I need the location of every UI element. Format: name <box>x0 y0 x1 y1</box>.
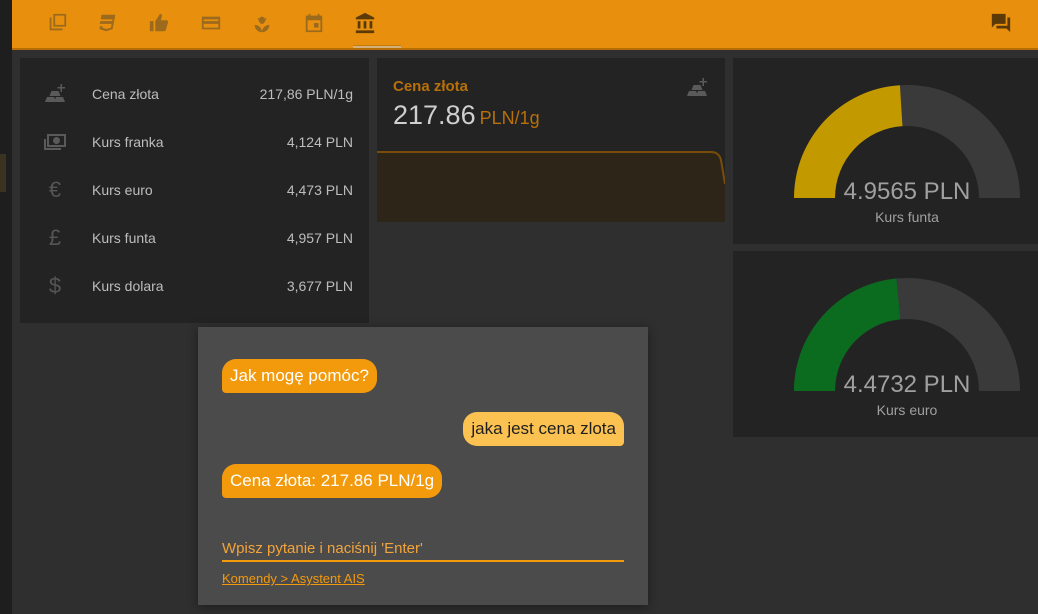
rate-value: 217,86 PLN/1g <box>259 86 353 102</box>
rate-row-usd[interactable]: $ Kurs dolara 3,677 PLN <box>20 262 369 310</box>
gold-price-number: 217.86 <box>393 100 476 130</box>
gauge-value: 4.4732 PLN <box>843 371 971 398</box>
rate-label: Kurs funta <box>92 230 156 246</box>
calendar-icon[interactable] <box>299 8 329 38</box>
rate-label: Kurs dolara <box>92 278 164 294</box>
chat-icon[interactable] <box>986 8 1016 38</box>
user-message: jaka jest cena zlota <box>463 412 624 446</box>
gauge-card-eur: 4.4732 PLN Kurs euro <box>733 251 1038 437</box>
gold-price-card: Cena złota 217.86 PLN/1g <box>377 58 725 222</box>
sidebar-notch <box>0 154 6 192</box>
gold-card-title: Cena złota <box>393 78 469 95</box>
top-toolbar <box>12 0 1038 50</box>
exchange-rates-card: Cena złota 217,86 PLN/1g Kurs franka 4,1… <box>20 58 369 323</box>
dollar-icon: $ <box>48 273 62 298</box>
euro-icon: € <box>48 177 62 202</box>
flower-icon[interactable] <box>247 8 277 38</box>
left-sidebar-strip <box>0 0 12 614</box>
gauge-value: 4.9565 PLN <box>843 178 971 205</box>
rate-label: Cena złota <box>92 86 159 102</box>
gold-bars-icon <box>42 82 68 106</box>
bot-message: Jak mogę pomóc? <box>222 359 377 393</box>
rate-value: 3,677 PLN <box>286 278 353 294</box>
commands-link[interactable]: Komendy > Asystent AIS <box>222 571 365 586</box>
gauge-label: Kurs funta <box>875 209 939 225</box>
rate-row-gold[interactable]: Cena złota 217,86 PLN/1g <box>20 70 369 118</box>
banknote-icon <box>42 130 68 154</box>
bot-message: Cena złota: 217.86 PLN/1g <box>222 464 443 498</box>
rate-label: Kurs franka <box>92 134 164 150</box>
gold-bars-icon <box>687 78 707 96</box>
css3-icon[interactable] <box>93 8 123 38</box>
rate-value: 4,957 PLN <box>286 230 353 246</box>
bank-icon[interactable] <box>350 8 380 38</box>
active-tab-highlight <box>353 46 401 48</box>
pound-icon: £ <box>48 225 62 250</box>
copy-icon[interactable] <box>42 8 72 38</box>
gauge-card-gbp: 4.9565 PLN Kurs funta <box>733 58 1038 244</box>
rate-row-gbp[interactable]: £ Kurs funta 4,957 PLN <box>20 214 369 262</box>
chat-input[interactable] <box>222 536 624 562</box>
thumbs-up-icon[interactable] <box>144 8 174 38</box>
gold-price-sparkline <box>377 151 725 222</box>
rate-value: 4,124 PLN <box>286 134 353 150</box>
assistant-chat-dialog: Jak mogę pomóc? jaka jest cena zlota Cen… <box>198 327 648 605</box>
gauge-label: Kurs euro <box>876 402 938 418</box>
rate-label: Kurs euro <box>92 182 153 198</box>
gold-price-value: 217.86 PLN/1g <box>393 100 540 131</box>
credit-card-icon[interactable] <box>196 8 226 38</box>
gold-price-unit: PLN/1g <box>479 108 540 128</box>
rate-value: 4,473 PLN <box>286 182 353 198</box>
rate-row-chf[interactable]: Kurs franka 4,124 PLN <box>20 118 369 166</box>
rate-row-eur[interactable]: € Kurs euro 4,473 PLN <box>20 166 369 214</box>
